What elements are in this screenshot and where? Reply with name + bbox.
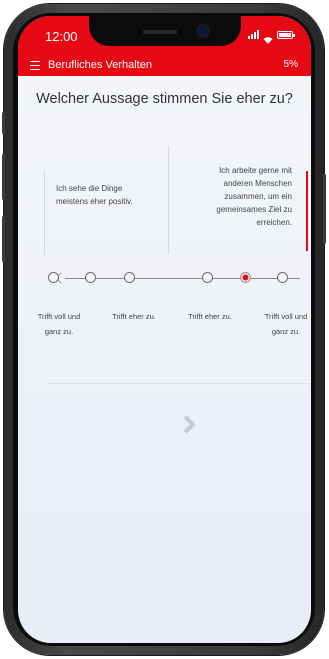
statement-right-accent [306,171,308,251]
statement-left-border [44,171,45,255]
scale-label-left-strong: Trifft voll und ganz zu. [37,312,81,336]
signal-icon [248,30,259,39]
mute-switch [2,112,5,134]
statement-left[interactable]: Ich sehe die Dinge meistens eher positiv… [56,182,156,208]
scale-label-left-weak: Trifft eher zu. [112,312,156,321]
power-button [323,174,326,244]
next-arrow-icon[interactable] [178,414,198,434]
screen: 12:00 Berufliches Verhalten 5% Welcher A… [18,16,311,643]
scale-option-4[interactable] [202,272,213,283]
scale-label-right-weak: Trifft eher zu. [188,312,232,321]
statement-divider [168,146,169,254]
speaker [143,30,177,34]
scale-option-1[interactable] [48,272,59,283]
menu-icon[interactable] [30,61,40,70]
notch [89,16,241,46]
scale-line [65,278,300,279]
volume-down-button [2,216,5,262]
question-text: Welcher Aussage stimmen Sie eher zu? [36,91,293,107]
battery-icon [277,30,295,39]
section-divider [48,383,311,384]
chevron-right-icon [307,272,311,284]
scale-option-2[interactable] [85,272,96,283]
scale-option-5[interactable] [240,272,251,283]
app-bar: Berufliches Verhalten 5% [18,56,311,76]
scale-option-6[interactable] [277,272,288,283]
scale-option-3[interactable] [124,272,135,283]
app-title: Berufliches Verhalten [48,59,152,71]
wifi-icon [263,31,273,44]
front-camera [198,26,208,36]
status-icons [248,30,295,44]
progress-percent: 5% [283,59,298,70]
statement-right[interactable]: Ich arbeite gerne mit anderen Menschen z… [188,164,292,229]
status-time: 12:00 [45,29,78,44]
scale-label-right-strong: Trifft voll und ganz zu. [264,312,308,336]
volume-up-button [2,154,5,200]
